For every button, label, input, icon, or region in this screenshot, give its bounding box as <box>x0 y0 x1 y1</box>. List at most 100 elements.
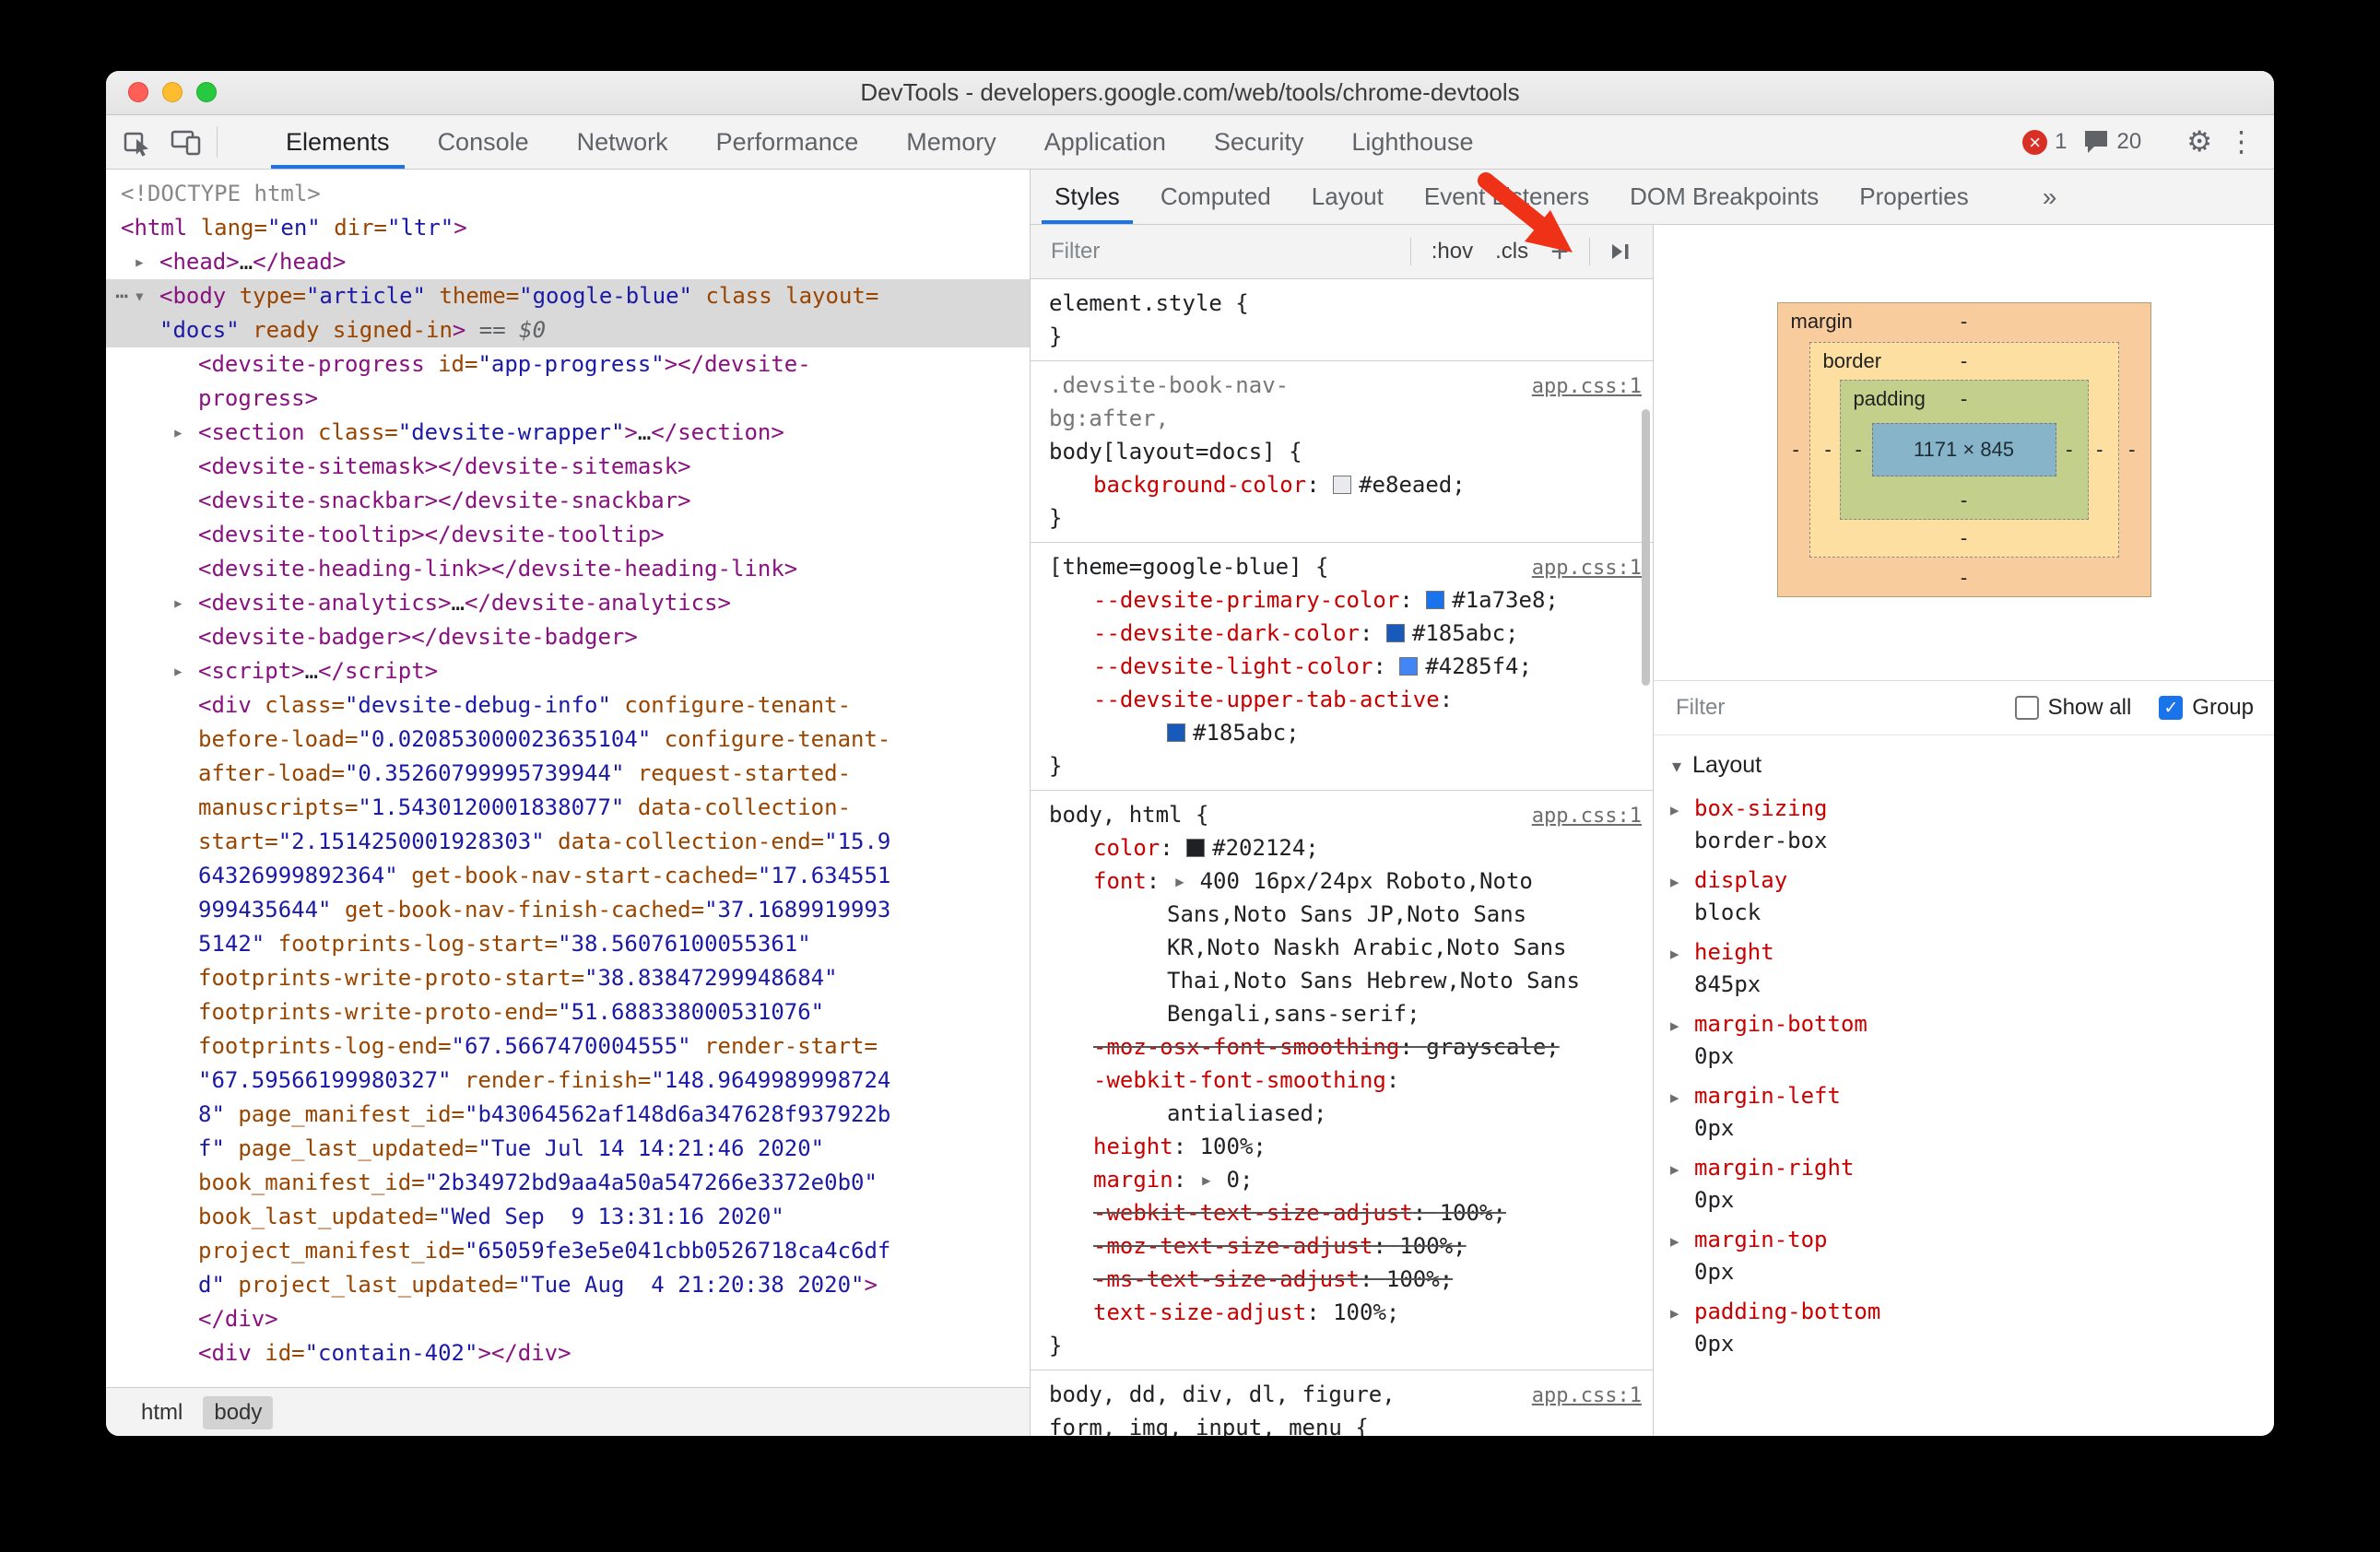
margin-top-value[interactable]: - <box>1961 310 1967 334</box>
expand-icon[interactable]: ▸ <box>1670 867 1694 898</box>
color-swatch[interactable] <box>1333 476 1352 494</box>
error-badge[interactable]: × 1 <box>2022 129 2068 155</box>
border-bottom-value[interactable]: - <box>1961 526 1967 550</box>
style-declaration[interactable]: margin: ▸ 0; <box>1049 1163 1640 1196</box>
style-declaration[interactable]: -moz-osx-font-smoothing: grayscale; <box>1049 1030 1640 1064</box>
styles-filter-input[interactable] <box>1049 238 1401 265</box>
expand-icon[interactable]: ▸ <box>1670 795 1694 826</box>
computed-property-row[interactable]: ▸ margin-top 0px <box>1670 1225 2274 1287</box>
sidebar-tab-dom-breakpoints[interactable]: DOM Breakpoints <box>1609 170 1839 224</box>
tab-security[interactable]: Security <box>1190 115 1328 169</box>
style-declaration[interactable]: form, img, input, menu { <box>1049 1411 1640 1436</box>
expand-icon[interactable]: ▸ <box>1670 1299 1694 1329</box>
style-declaration[interactable]: --devsite-light-color: #4285f4; <box>1049 650 1640 683</box>
dom-tree-node[interactable]: ▸ <script>…</script> <box>106 654 1030 688</box>
box-model-content[interactable]: 1171 × 845 <box>1871 423 2056 476</box>
box-model-padding[interactable]: padding - - - - 1171 × 845 <box>1839 380 2089 520</box>
style-declaration[interactable]: font: ▸ 400 16px/24px Roboto,Noto <box>1049 864 1640 898</box>
tab-application[interactable]: Application <box>1020 115 1190 169</box>
collapse-icon[interactable]: ▾ <box>134 279 146 313</box>
dom-tree-node[interactable]: <devsite-snackbar></devsite-snackbar> <box>106 484 1030 518</box>
stylesheet-link[interactable]: app.css:1 <box>1532 370 1642 404</box>
new-style-rule-button[interactable]: + <box>1539 236 1580 267</box>
computed-filter-input[interactable] <box>1674 694 1987 722</box>
tab-console[interactable]: Console <box>414 115 553 169</box>
styles-scrollbar[interactable] <box>1642 409 1650 686</box>
expand-icon[interactable]: ▸ <box>172 654 184 688</box>
style-declaration[interactable]: height: 100%; <box>1049 1130 1640 1163</box>
sidebar-tab-properties[interactable]: Properties <box>1839 170 1989 224</box>
style-declaration[interactable]: -ms-text-size-adjust: 100%; <box>1049 1263 1640 1296</box>
breadcrumb-item-html[interactable]: html <box>130 1396 194 1429</box>
settings-gear-icon[interactable]: ⚙ <box>2186 125 2212 159</box>
padding-left-value[interactable]: - <box>1856 438 1862 462</box>
style-declaration[interactable]: -moz-text-size-adjust: 100%; <box>1049 1229 1640 1263</box>
zoom-button[interactable] <box>196 82 217 102</box>
margin-left-value[interactable]: - <box>1793 438 1799 462</box>
dom-tree-node[interactable]: <!DOCTYPE html> <box>106 177 1030 211</box>
expand-icon[interactable]: ▸ <box>134 245 146 279</box>
expand-icon[interactable]: ▸ <box>1670 1083 1694 1113</box>
computed-property-row[interactable]: ▸ padding-bottom 0px <box>1670 1297 2274 1359</box>
style-declaration[interactable]: -webkit-text-size-adjust: 100%; <box>1049 1196 1640 1229</box>
color-swatch[interactable] <box>1167 723 1185 742</box>
inspect-element-icon[interactable] <box>123 127 152 157</box>
style-declaration[interactable]: body[layout=docs] { <box>1049 435 1640 468</box>
computed-property-row[interactable]: ▸ margin-left 0px <box>1670 1081 2274 1144</box>
computed-property-row[interactable]: ▸ margin-right 0px <box>1670 1153 2274 1216</box>
stylesheet-link[interactable]: app.css:1 <box>1532 552 1642 585</box>
dom-tree-node[interactable]: <div class="devsite-debug-info" configur… <box>106 688 1030 1302</box>
dom-tree-node[interactable]: <devsite-badger></devsite-badger> <box>106 620 1030 654</box>
box-model-margin[interactable]: margin - - - - border - - - - padding - … <box>1776 302 2151 597</box>
color-swatch[interactable] <box>1399 657 1419 676</box>
dom-tree-node[interactable]: ▸ <section class="devsite-wrapper">…</sec… <box>106 416 1030 450</box>
style-declaration[interactable]: Sans,Noto Sans JP,Noto Sans <box>1049 898 1640 931</box>
node-menu-icon[interactable]: ⋯ <box>115 279 128 313</box>
kebab-menu-icon[interactable]: ⋮ <box>2227 125 2256 159</box>
dom-tree-node[interactable]: ⋯ ▾ <body type="article" theme="google-blu… <box>106 279 1030 347</box>
dom-tree-node[interactable]: <devsite-tooltip></devsite-tooltip> <box>106 518 1030 552</box>
toggle-hover-state-button[interactable]: :hov <box>1420 239 1484 265</box>
tab-memory[interactable]: Memory <box>882 115 1020 169</box>
border-left-value[interactable]: - <box>1825 438 1832 462</box>
expand-icon[interactable]: ▸ <box>1670 939 1694 970</box>
style-declaration[interactable]: --devsite-primary-color: #1a73e8; <box>1049 583 1640 617</box>
tab-network[interactable]: Network <box>553 115 692 169</box>
style-declaration[interactable]: antialiased; <box>1049 1097 1640 1130</box>
style-declaration[interactable]: } <box>1049 501 1640 535</box>
padding-bottom-value[interactable]: - <box>1961 488 1967 512</box>
padding-top-value[interactable]: - <box>1961 387 1967 411</box>
style-declaration[interactable]: --devsite-upper-tab-active: <box>1049 683 1640 716</box>
layout-group-header[interactable]: ▾ Layout <box>1654 735 2274 784</box>
style-declaration[interactable]: background-color: #e8eaed; <box>1049 468 1640 501</box>
group-checkbox[interactable]: ✓ Group <box>2159 695 2254 721</box>
padding-right-value[interactable]: - <box>2066 438 2072 462</box>
style-declaration[interactable]: --devsite-dark-color: #185abc; <box>1049 617 1640 650</box>
tab-elements[interactable]: Elements <box>262 115 414 169</box>
style-declaration[interactable]: text-size-adjust: 100%; <box>1049 1296 1640 1329</box>
style-declaration[interactable]: Thai,Noto Sans Hebrew,Noto Sans <box>1049 964 1640 997</box>
style-declaration[interactable]: } <box>1049 749 1640 782</box>
expand-icon[interactable]: ▸ <box>1670 1155 1694 1185</box>
titlebar[interactable]: DevTools - developers.google.com/web/too… <box>106 71 2274 115</box>
color-swatch[interactable] <box>1385 624 1405 642</box>
expand-icon[interactable]: ▸ <box>172 416 184 450</box>
dom-tree-node[interactable]: ▸ <devsite-analytics>…</devsite-analytics… <box>106 586 1030 620</box>
style-declaration[interactable]: } <box>1049 1329 1640 1362</box>
style-declaration[interactable]: } <box>1049 320 1640 353</box>
dom-tree-node[interactable]: <devsite-sitemask></devsite-sitemask> <box>106 450 1030 484</box>
computed-property-row[interactable]: ▸ box-sizing border-box <box>1670 794 2274 856</box>
computed-property-row[interactable]: ▸ margin-bottom 0px <box>1670 1009 2274 1072</box>
dom-tree-node[interactable]: <html lang="en" dir="ltr"> <box>106 211 1030 245</box>
computed-property-row[interactable]: ▸ height 845px <box>1670 937 2274 1000</box>
stylesheet-link[interactable]: app.css:1 <box>1532 1380 1642 1413</box>
sidebar-tab-styles[interactable]: Styles <box>1034 170 1140 224</box>
dom-tree-node[interactable]: <div id="contain-402"></div> <box>106 1336 1030 1370</box>
style-declaration[interactable]: element.style { <box>1049 287 1640 320</box>
tab-performance[interactable]: Performance <box>692 115 883 169</box>
tab-lighthouse[interactable]: Lighthouse <box>1327 115 1497 169</box>
color-swatch[interactable] <box>1186 839 1206 857</box>
more-tabs-icon[interactable]: » <box>2030 170 2070 224</box>
expand-icon[interactable]: ▸ <box>172 586 184 620</box>
box-model-border[interactable]: border - - - - padding - - - - 1171 × 84… <box>1809 342 2119 558</box>
